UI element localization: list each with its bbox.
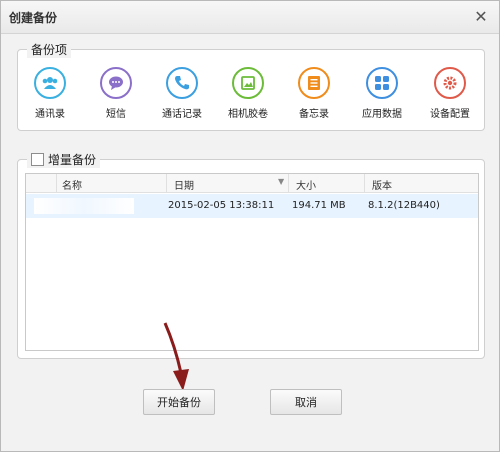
cancel-button[interactable]: 取消	[270, 389, 342, 415]
start-backup-button[interactable]: 开始备份	[143, 389, 215, 415]
create-backup-dialog: 创建备份 ✕ 备份项 通讯录 短信 通话记录 相机胶卷 备忘录 应用数据 设备配…	[0, 0, 500, 452]
pointer-arrow-annotation	[163, 322, 189, 391]
